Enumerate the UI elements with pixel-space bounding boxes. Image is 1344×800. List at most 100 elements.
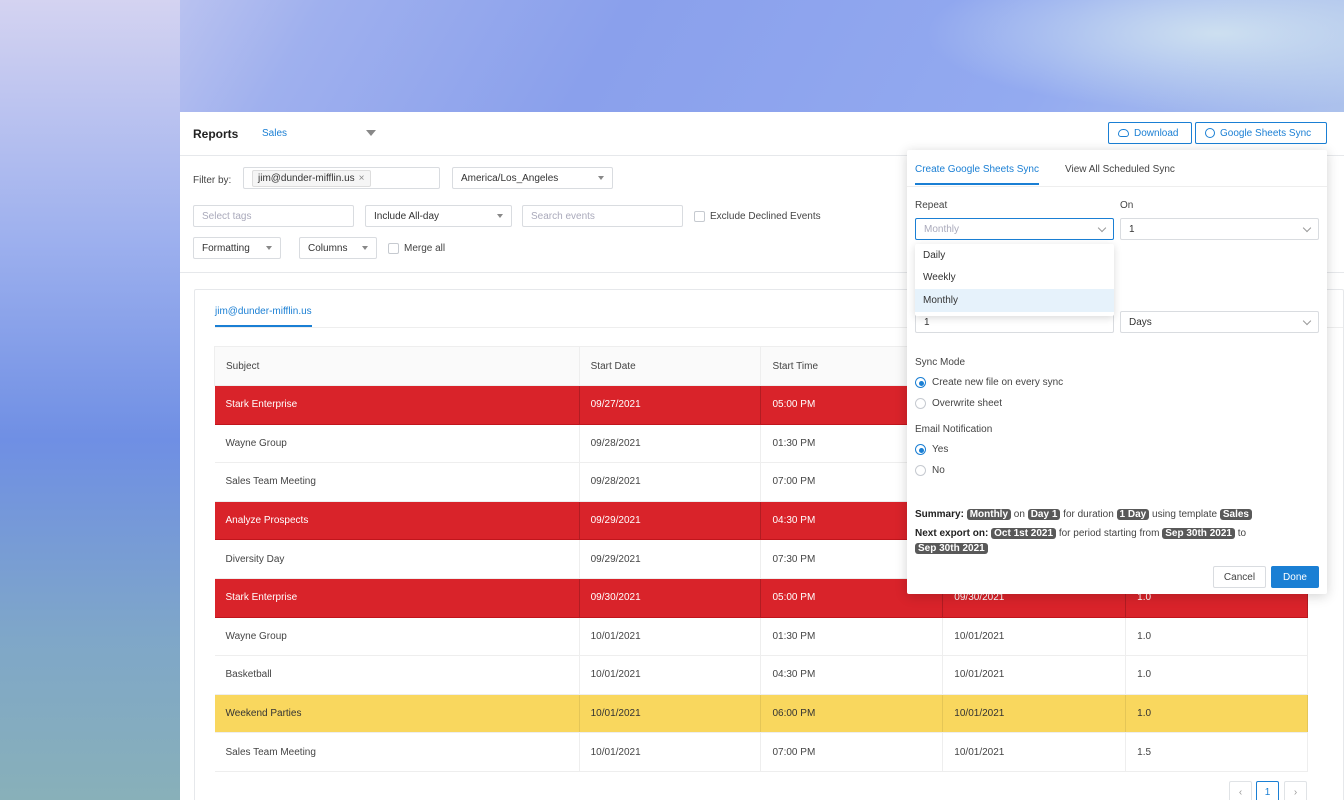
tags-placeholder: Select tags bbox=[202, 210, 252, 222]
download-label: Download bbox=[1134, 127, 1179, 139]
table-row[interactable]: Wayne Group 10/01/2021 01:30 PM 10/01/2021 1… bbox=[214, 617, 1308, 657]
tab-view-scheduled[interactable]: View All Scheduled Sync bbox=[1065, 164, 1175, 175]
background-glow bbox=[924, 0, 1344, 112]
repeat-option-weekly[interactable]: Weekly bbox=[915, 267, 1114, 290]
done-button[interactable]: Done bbox=[1271, 566, 1319, 588]
caret-down-icon[interactable] bbox=[366, 130, 376, 136]
col-start-date[interactable]: Start Date bbox=[578, 346, 762, 386]
summary-line: Summary: Monthly on Day 1 for duration 1… bbox=[915, 507, 1315, 522]
on-select[interactable]: 1 bbox=[1120, 218, 1319, 240]
download-button[interactable]: Download bbox=[1108, 122, 1192, 144]
table-row[interactable]: Basketball 10/01/2021 04:30 PM 10/01/2021 1.… bbox=[214, 655, 1308, 695]
on-value: 1 bbox=[1129, 223, 1135, 235]
cell-start-date: 09/30/2021 bbox=[579, 578, 762, 618]
columns-label: Columns bbox=[308, 242, 348, 254]
cell-start-time: 04:30 PM bbox=[760, 655, 944, 695]
cell-c5: 1.0 bbox=[1125, 655, 1308, 695]
cell-start-date: 09/29/2021 bbox=[579, 501, 762, 541]
google-sheets-sync-popup: Create Google Sheets Sync View All Sched… bbox=[907, 150, 1327, 594]
col-subject[interactable]: Subject bbox=[214, 346, 580, 386]
report-select[interactable]: Sales bbox=[262, 128, 287, 139]
cancel-button[interactable]: Cancel bbox=[1213, 566, 1266, 588]
search-events-input[interactable]: Search events bbox=[522, 205, 683, 227]
sync-mode-new-file-label: Create new file on every sync bbox=[932, 377, 1064, 388]
duration-unit-select[interactable]: Days bbox=[1120, 311, 1319, 333]
period-end-pill: Sep 30th 2021 bbox=[915, 543, 988, 554]
close-icon[interactable]: × bbox=[359, 173, 365, 184]
allday-select[interactable]: Include All-day bbox=[365, 205, 512, 227]
google-sheets-sync-button[interactable]: Google Sheets Sync bbox=[1195, 122, 1327, 144]
repeat-select[interactable]: Monthly bbox=[915, 218, 1114, 240]
pager-prev-button[interactable]: ‹ bbox=[1229, 781, 1252, 800]
caret-down-icon bbox=[266, 246, 272, 250]
chevron-down-icon bbox=[1097, 223, 1107, 233]
cell-start-date: 10/01/2021 bbox=[579, 655, 762, 695]
cell-subject: Sales Team Meeting bbox=[214, 732, 580, 772]
timezone-select[interactable]: America/Los_Angeles bbox=[452, 167, 613, 189]
cell-subject: Basketball bbox=[214, 655, 580, 695]
on-label: On bbox=[1120, 200, 1134, 211]
next-export-label: Next export on: bbox=[915, 528, 989, 539]
search-placeholder: Search events bbox=[531, 210, 595, 222]
repeat-option-monthly[interactable]: Monthly bbox=[915, 289, 1114, 312]
cell-subject: Diversity Day bbox=[214, 539, 580, 579]
user-tag-label: jim@dunder-mifflin.us bbox=[258, 172, 355, 184]
cell-c4: 10/01/2021 bbox=[942, 732, 1127, 772]
cell-start-date: 10/01/2021 bbox=[579, 732, 762, 772]
summary-template-text: using template bbox=[1152, 509, 1218, 520]
summary-on-text: on bbox=[1013, 509, 1025, 520]
cloud-download-icon bbox=[1118, 129, 1129, 137]
cell-start-date: 10/01/2021 bbox=[579, 694, 762, 734]
tab-user[interactable]: jim@dunder-mifflin.us bbox=[215, 306, 312, 327]
table-row[interactable]: Sales Team Meeting 10/01/2021 07:00 PM 10/0… bbox=[214, 732, 1308, 772]
cell-subject: Wayne Group bbox=[214, 424, 580, 464]
email-yes-label: Yes bbox=[932, 444, 949, 455]
cell-start-time: 01:30 PM bbox=[760, 617, 944, 657]
summary-duration-pill: 1 Day bbox=[1116, 509, 1150, 520]
table-row[interactable]: Weekend Parties 10/01/2021 06:00 PM 10/01/2… bbox=[214, 694, 1308, 734]
cell-start-date: 09/28/2021 bbox=[579, 462, 762, 502]
user-filter-input[interactable]: jim@dunder-mifflin.us × bbox=[243, 167, 440, 189]
formatting-button[interactable]: Formatting bbox=[193, 237, 281, 259]
email-no-radio[interactable] bbox=[915, 465, 926, 476]
allday-value: Include All-day bbox=[374, 210, 440, 222]
cell-subject: Stark Enterprise bbox=[214, 385, 580, 425]
user-tag[interactable]: jim@dunder-mifflin.us × bbox=[252, 169, 371, 187]
repeat-option-daily[interactable]: Daily bbox=[915, 244, 1114, 267]
email-no-label: No bbox=[932, 465, 945, 476]
cell-start-time: 06:00 PM bbox=[760, 694, 944, 734]
chevron-down-icon bbox=[1302, 223, 1312, 233]
cell-start-time: 07:00 PM bbox=[760, 732, 944, 772]
cell-subject: Wayne Group bbox=[214, 617, 580, 657]
background-left bbox=[0, 0, 180, 800]
merge-all-checkbox[interactable] bbox=[388, 243, 399, 254]
email-yes-radio[interactable] bbox=[915, 444, 926, 455]
pager-page-1[interactable]: 1 bbox=[1256, 781, 1279, 800]
summary-day-pill: Day 1 bbox=[1027, 509, 1061, 520]
caret-down-icon bbox=[598, 176, 604, 180]
timezone-value: America/Los_Angeles bbox=[461, 172, 559, 184]
columns-button[interactable]: Columns bbox=[299, 237, 377, 259]
popup-tab-divider bbox=[907, 186, 1327, 187]
exclude-declined-checkbox[interactable] bbox=[694, 211, 705, 222]
cell-c4: 10/01/2021 bbox=[942, 655, 1127, 695]
cell-c5: 1.5 bbox=[1125, 732, 1308, 772]
sync-mode-overwrite-radio[interactable] bbox=[915, 398, 926, 409]
cell-c5: 1.0 bbox=[1125, 694, 1308, 734]
tags-select[interactable]: Select tags bbox=[193, 205, 354, 227]
repeat-dropdown: Daily Weekly Monthly bbox=[915, 244, 1114, 316]
exclude-declined-label: Exclude Declined Events bbox=[710, 211, 821, 222]
chevron-down-icon bbox=[1302, 316, 1312, 326]
pager-next-button[interactable]: › bbox=[1284, 781, 1307, 800]
tab-create-sync[interactable]: Create Google Sheets Sync bbox=[915, 164, 1039, 185]
clock-icon bbox=[1205, 128, 1215, 138]
cell-c4: 10/01/2021 bbox=[942, 617, 1127, 657]
cell-c5: 1.0 bbox=[1125, 617, 1308, 657]
filter-by-label: Filter by: bbox=[193, 175, 232, 186]
cell-subject: Stark Enterprise bbox=[214, 578, 580, 618]
sync-mode-new-file-radio[interactable] bbox=[915, 377, 926, 388]
google-sheets-sync-label: Google Sheets Sync bbox=[1220, 127, 1312, 139]
summary-repeat-pill: Monthly bbox=[966, 509, 1012, 520]
period-start-pill: Sep 30th 2021 bbox=[1162, 528, 1235, 539]
next-export-line: Next export on: Oct 1st 2021 for period … bbox=[915, 526, 1315, 556]
